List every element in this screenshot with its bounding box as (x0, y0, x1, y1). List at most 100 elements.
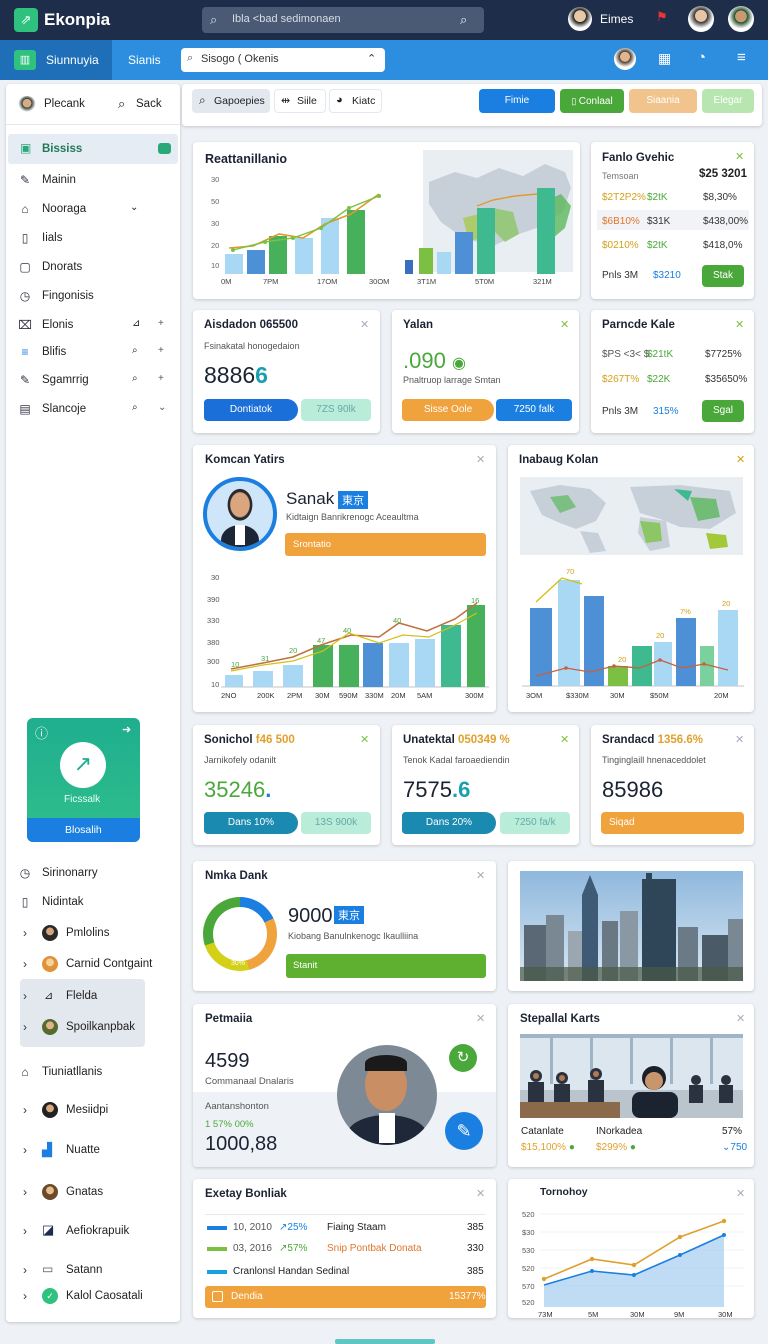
sgal-button[interactable]: Sgal (702, 400, 744, 422)
sidebar-item-aefiokrapuik[interactable]: › ◪ Aefiokrapuik (18, 1221, 178, 1243)
stak-button[interactable]: Stak (702, 265, 744, 287)
sidebar-item-flelda[interactable]: › ⊿ Flelda (18, 986, 178, 1008)
flag-icon[interactable]: ⚑ (656, 9, 672, 29)
sidebar-item-mesiidpi[interactable]: › Mesiidpi (18, 1100, 178, 1122)
compass-icon[interactable]: ◔ (697, 49, 706, 66)
view-dropdown[interactable]: ⌕ Sisogo ( Okenis ⌃ (181, 48, 385, 72)
close-icon[interactable]: ✕ (735, 733, 744, 746)
close-icon[interactable]: ✕ (560, 733, 569, 746)
filter-siile[interactable]: ⇹ Siile (274, 89, 326, 113)
sidebar-search-icon[interactable]: ⌕ (118, 96, 125, 112)
sidebar-item-bississ[interactable]: ▣ Bississ (8, 134, 178, 164)
filter-kiatc[interactable]: ◕ Kiatc (329, 89, 382, 113)
close-icon[interactable]: ✕ (735, 150, 744, 163)
checkbox-icon[interactable] (212, 1291, 223, 1302)
menu-icon[interactable]: ≡ (737, 49, 746, 66)
sidebar-item-sirinonarry[interactable]: ◷ Sirinonarry (18, 863, 178, 885)
sisse-button[interactable]: Sisse Oole (402, 399, 494, 421)
sidebar-item-nidintak[interactable]: ▯ Nidintak (18, 892, 178, 914)
sidebar-item-tiuniatllanis[interactable]: ⌂ Tiuniatllanis (18, 1062, 178, 1084)
plus-icon[interactable]: + (158, 318, 164, 329)
siaania-button[interactable]: Siaania (629, 89, 697, 113)
search-small-icon[interactable]: ⌕ (132, 373, 138, 384)
secondary-button[interactable]: 7250 falk (496, 399, 572, 421)
dontiatok-button[interactable]: Dontiatok (204, 399, 298, 421)
dans-button[interactable]: Dans 20% (402, 812, 496, 834)
secondary-button[interactable]: 13S 900k (301, 812, 371, 834)
status-bar[interactable]: Stanit (286, 954, 486, 978)
close-icon[interactable]: ✕ (560, 318, 569, 331)
sidebar-item-sgamrrig[interactable]: ✎ Sgamrrig ⌕ + (18, 370, 178, 392)
refresh-icon[interactable]: ↻ (449, 1044, 477, 1072)
sidebar-search-label[interactable]: Sack (136, 98, 162, 110)
sidebar-item-satann[interactable]: › ▭ Satann (18, 1260, 178, 1282)
sidebar-item-dnorats[interactable]: ▢ Dnorats (18, 257, 178, 279)
chevron-down-icon[interactable]: ⌄ (158, 402, 166, 413)
sidebar-item-nuatte[interactable]: › ▟ Nuatte (18, 1140, 178, 1162)
fimie-button[interactable]: Fimie (479, 89, 555, 113)
building-icon: ▥ (14, 50, 36, 70)
promo-button[interactable]: Blosalih (27, 818, 140, 842)
close-icon[interactable]: ✕ (735, 318, 744, 331)
close-icon[interactable]: ✕ (476, 453, 485, 466)
x-tick: 17OM (317, 277, 337, 286)
close-icon[interactable]: ✕ (476, 869, 485, 882)
list-row[interactable]: Cranlonsl Handan Sedinal 385 (205, 1264, 485, 1282)
close-icon[interactable]: ✕ (360, 733, 369, 746)
grid-icon[interactable]: ▦ (658, 50, 671, 67)
plus-icon[interactable]: + (158, 373, 164, 384)
sidebar-item-mainin[interactable]: ✎ Mainin (18, 170, 178, 192)
user-avatar[interactable] (568, 7, 592, 31)
title-accent: 1356.6% (657, 734, 704, 746)
sidebar-user-avatar[interactable] (18, 96, 36, 114)
contact-avatar[interactable] (728, 6, 754, 32)
progress-bar[interactable]: Dendia 15377% (205, 1286, 486, 1308)
close-icon[interactable]: ✕ (360, 318, 369, 331)
sidebar-item-elonis[interactable]: ⌧ Elonis ⊿ + (18, 315, 178, 337)
card-sub: Tinginglaill hnenaceddolet (602, 755, 706, 765)
search-small-icon[interactable]: ⌕ (132, 345, 138, 356)
elegar-button[interactable]: Elegar (702, 89, 754, 113)
sidebar-item-gnatas[interactable]: › Gnatas (18, 1182, 178, 1204)
filter-gapoepies[interactable]: ⌕ Gapoepies (192, 89, 270, 113)
sidebar-item-carnid[interactable]: › Carnid Contgaint (18, 954, 178, 976)
sidebar-item-nooraga[interactable]: ⌂ Nooraga ⌄ (18, 199, 178, 221)
promo-card[interactable]: ⓘ ➜ ↗ Ficssalk Blosalih (27, 718, 140, 842)
secondary-button[interactable]: 7ZS 90lk (301, 399, 371, 421)
sidebar-item-kalol[interactable]: › ✓ Kalol Caosatali (18, 1286, 178, 1308)
tab-sianis[interactable]: Sianis (128, 53, 161, 67)
app-logo-icon[interactable]: ⇗ (14, 8, 38, 32)
close-icon[interactable]: ✕ (736, 453, 745, 466)
sidebar-item-blifis[interactable]: ≡ Blifis ⌕ + (18, 342, 178, 364)
conlaal-button[interactable]: ▯ Conlaal (560, 89, 624, 113)
sidebar-item-pmlolins[interactable]: › Pmlolins (18, 923, 178, 945)
toggle-icon[interactable] (158, 143, 171, 154)
sidebar-item-label: Satann (66, 1264, 103, 1276)
sidebar-item-iials[interactable]: ▯ Iials (18, 228, 178, 250)
siqad-button[interactable]: Siqad (601, 812, 744, 834)
card-sub: Commanaal Dnalaris (205, 1076, 294, 1087)
sidebar-item-slancoje[interactable]: ▤ Slancoje ⌕ ⌄ (18, 399, 178, 421)
scroll-indicator[interactable] (335, 1339, 435, 1344)
search-submit-icon[interactable]: ⌕ (460, 12, 467, 28)
sidebar-item-spoilkanpbak[interactable]: › Spoilkanpbak (18, 1017, 178, 1039)
profile-avatar[interactable] (688, 6, 714, 32)
subbar-avatar[interactable] (614, 48, 636, 70)
sidebar-item-fingonisis[interactable]: ◷ Fingonisis (18, 286, 178, 308)
global-search[interactable]: ⌕ Ibla ˂bad sedimonaen ⌕ (202, 7, 484, 33)
close-icon[interactable]: ✕ (476, 1012, 485, 1025)
plus-icon[interactable]: + (158, 345, 164, 356)
list-row[interactable]: 10, 2010 ↗25% Fiaing Staam 385 (205, 1220, 485, 1238)
pin-icon[interactable]: ⊿ (132, 318, 140, 329)
chevron-down-icon[interactable]: ⌄ (130, 202, 138, 213)
secondary-button[interactable]: 7250 fa/k (500, 812, 570, 834)
chat-icon[interactable]: ✎ (445, 1112, 483, 1150)
close-icon[interactable]: ✕ (476, 1187, 485, 1200)
list-row[interactable]: 03, 2016 ↗57% Snip Pontbak Donata 330 (205, 1241, 485, 1259)
close-icon[interactable]: ✕ (736, 1012, 745, 1025)
status-bar[interactable]: Srontatio (285, 533, 486, 556)
arrow-icon[interactable]: ➜ (122, 723, 131, 736)
search-small-icon[interactable]: ⌕ (132, 402, 138, 413)
section-tab[interactable]: ▥ Siunnuyia (0, 40, 112, 80)
dans-button[interactable]: Dans 10% (204, 812, 298, 834)
